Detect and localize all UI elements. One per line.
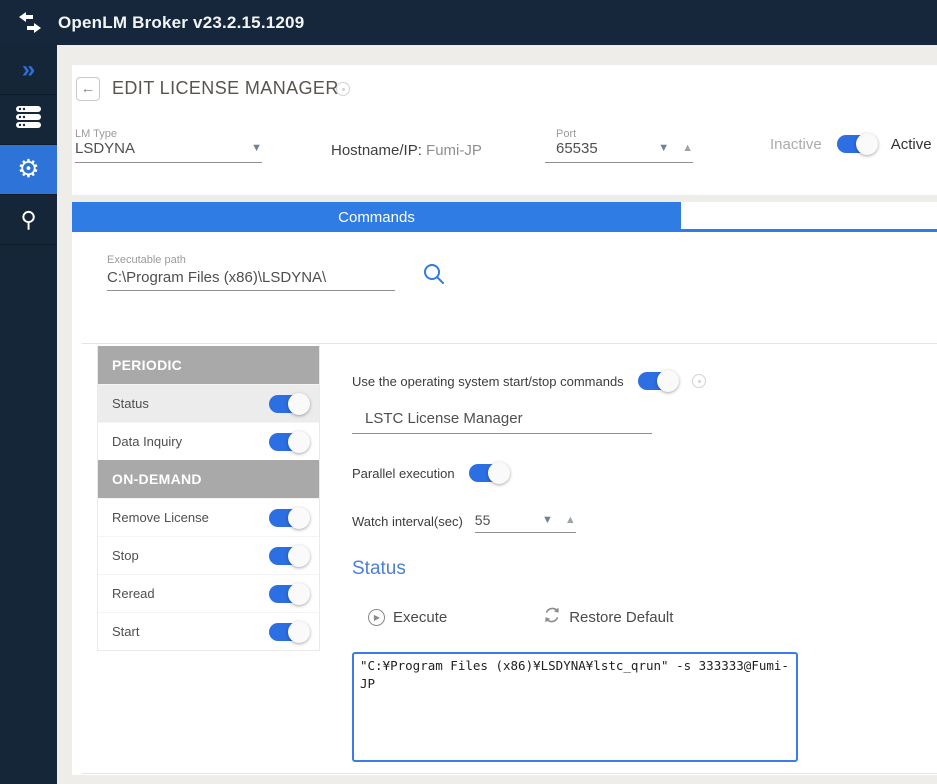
os-commands-toggle[interactable] [638, 372, 676, 390]
watch-increment-icon[interactable]: ▲ [565, 515, 576, 526]
service-name-input[interactable] [352, 404, 652, 434]
execute-label: Execute [393, 609, 447, 626]
double-chevron-right-icon: » [22, 58, 35, 82]
execute-button[interactable]: ▶ Execute [368, 609, 447, 626]
bottom-divider [82, 773, 937, 774]
executable-path-input[interactable] [107, 269, 395, 291]
parallel-execution-toggle[interactable] [469, 464, 507, 482]
main-page: ← EDIT LICENSE MANAGER LM Type ▼ Hostnam… [57, 45, 937, 784]
port-field: Port ▼ ▲ [545, 128, 693, 163]
inactive-label: Inactive [770, 136, 822, 153]
command-row-data-inquiry[interactable]: Data Inquiry [98, 422, 319, 460]
openlm-logo-icon [15, 10, 45, 36]
parallel-execution-label: Parallel execution [352, 466, 455, 481]
server-stack-icon [15, 105, 42, 134]
command-row-label: Start [112, 624, 139, 639]
section-divider [82, 343, 937, 344]
port-decrement-icon[interactable]: ▼ [658, 143, 669, 154]
page-title: EDIT LICENSE MANAGER [112, 78, 339, 99]
lm-state-toggle[interactable] [837, 135, 875, 153]
port-increment-icon[interactable]: ▲ [682, 143, 693, 154]
hostname-field: Hostname/IP: Fumi-JP [331, 142, 482, 159]
port-label: Port [545, 128, 693, 140]
tools-icon: ⚲ [20, 209, 36, 231]
command-row-start[interactable]: Start [98, 612, 319, 650]
command-section-header: PERIODIC [98, 346, 319, 384]
status-toggle[interactable] [269, 395, 307, 413]
topbar: OpenLM Broker v23.2.15.1209 [0, 0, 937, 45]
command-row-label: Remove License [112, 510, 209, 525]
watch-interval-label: Watch interval(sec) [352, 514, 463, 533]
sidebar-item-servers[interactable] [0, 95, 57, 145]
sidebar: » ⚙ ⚲ [0, 45, 57, 784]
command-row-reread[interactable]: Reread [98, 574, 319, 612]
tab-strip-rest[interactable] [681, 202, 937, 232]
title-info-icon [336, 82, 350, 96]
start-toggle[interactable] [269, 623, 307, 641]
service-name-field [352, 404, 652, 434]
command-row-status[interactable]: Status [98, 384, 319, 422]
hostname-label: Hostname/IP: [331, 142, 422, 159]
os-commands-info-icon [692, 374, 706, 388]
watch-decrement-icon[interactable]: ▼ [542, 515, 553, 526]
reread-toggle[interactable] [269, 585, 307, 603]
os-commands-label: Use the operating system start/stop comm… [352, 374, 624, 389]
watch-interval-row: Watch interval(sec) ▼ ▲ [352, 512, 576, 533]
browse-search-button[interactable] [422, 262, 446, 286]
executable-path-label: Executable path [107, 254, 395, 266]
os-commands-row: Use the operating system start/stop comm… [352, 372, 706, 390]
port-input[interactable] [556, 140, 626, 157]
tab-commands[interactable]: Commands [72, 202, 681, 232]
hostname-value: Fumi-JP [426, 142, 482, 159]
play-circle-icon: ▶ [368, 609, 385, 626]
remove-license-toggle[interactable] [269, 509, 307, 527]
stop-toggle[interactable] [269, 547, 307, 565]
status-command-textarea[interactable]: "C:¥Program Files (x86)¥LSDYNA¥lstc_qrun… [352, 652, 798, 762]
back-button[interactable]: ← [76, 77, 100, 101]
command-row-remove-license[interactable]: Remove License [98, 498, 319, 536]
status-actions: ▶ Execute Restore Default [368, 606, 673, 629]
sidebar-item-settings[interactable]: ⚙ [0, 145, 57, 195]
lm-type-select[interactable] [75, 140, 251, 157]
sidebar-item-tools[interactable]: ⚲ [0, 195, 57, 245]
command-row-stop[interactable]: Stop [98, 536, 319, 574]
executable-path-field: Executable path [107, 254, 395, 291]
refresh-icon [543, 606, 561, 629]
edit-license-manager-card: ← EDIT LICENSE MANAGER LM Type ▼ Hostnam… [72, 65, 937, 195]
restore-default-button[interactable]: Restore Default [543, 606, 673, 629]
command-row-label: Data Inquiry [112, 434, 182, 449]
command-row-label: Reread [112, 586, 155, 601]
search-icon [422, 262, 446, 286]
status-section-title: Status [352, 558, 406, 580]
active-label: Active [891, 136, 932, 153]
sidebar-expand-button[interactable]: » [0, 45, 57, 95]
restore-default-label: Restore Default [569, 609, 673, 626]
lm-state-toggle-group: Inactive Active [770, 135, 932, 153]
chevron-down-icon[interactable]: ▼ [251, 143, 262, 154]
lm-type-label: LM Type [75, 128, 262, 140]
command-row-label: Status [112, 396, 149, 411]
command-row-label: Stop [112, 548, 139, 563]
commands-panel: Executable path PERIODIC Status Data Inq… [72, 232, 937, 775]
command-list: PERIODIC Status Data Inquiry ON-DEMAND R… [97, 346, 320, 651]
app-title: OpenLM Broker v23.2.15.1209 [58, 13, 304, 33]
tab-strip: Commands [72, 202, 937, 232]
watch-interval-input[interactable] [475, 512, 517, 528]
command-section-header: ON-DEMAND [98, 460, 319, 498]
parallel-execution-row: Parallel execution [352, 464, 507, 482]
lm-type-field: LM Type ▼ [75, 128, 262, 163]
data-inquiry-toggle[interactable] [269, 433, 307, 451]
gear-icon: ⚙ [17, 157, 39, 182]
